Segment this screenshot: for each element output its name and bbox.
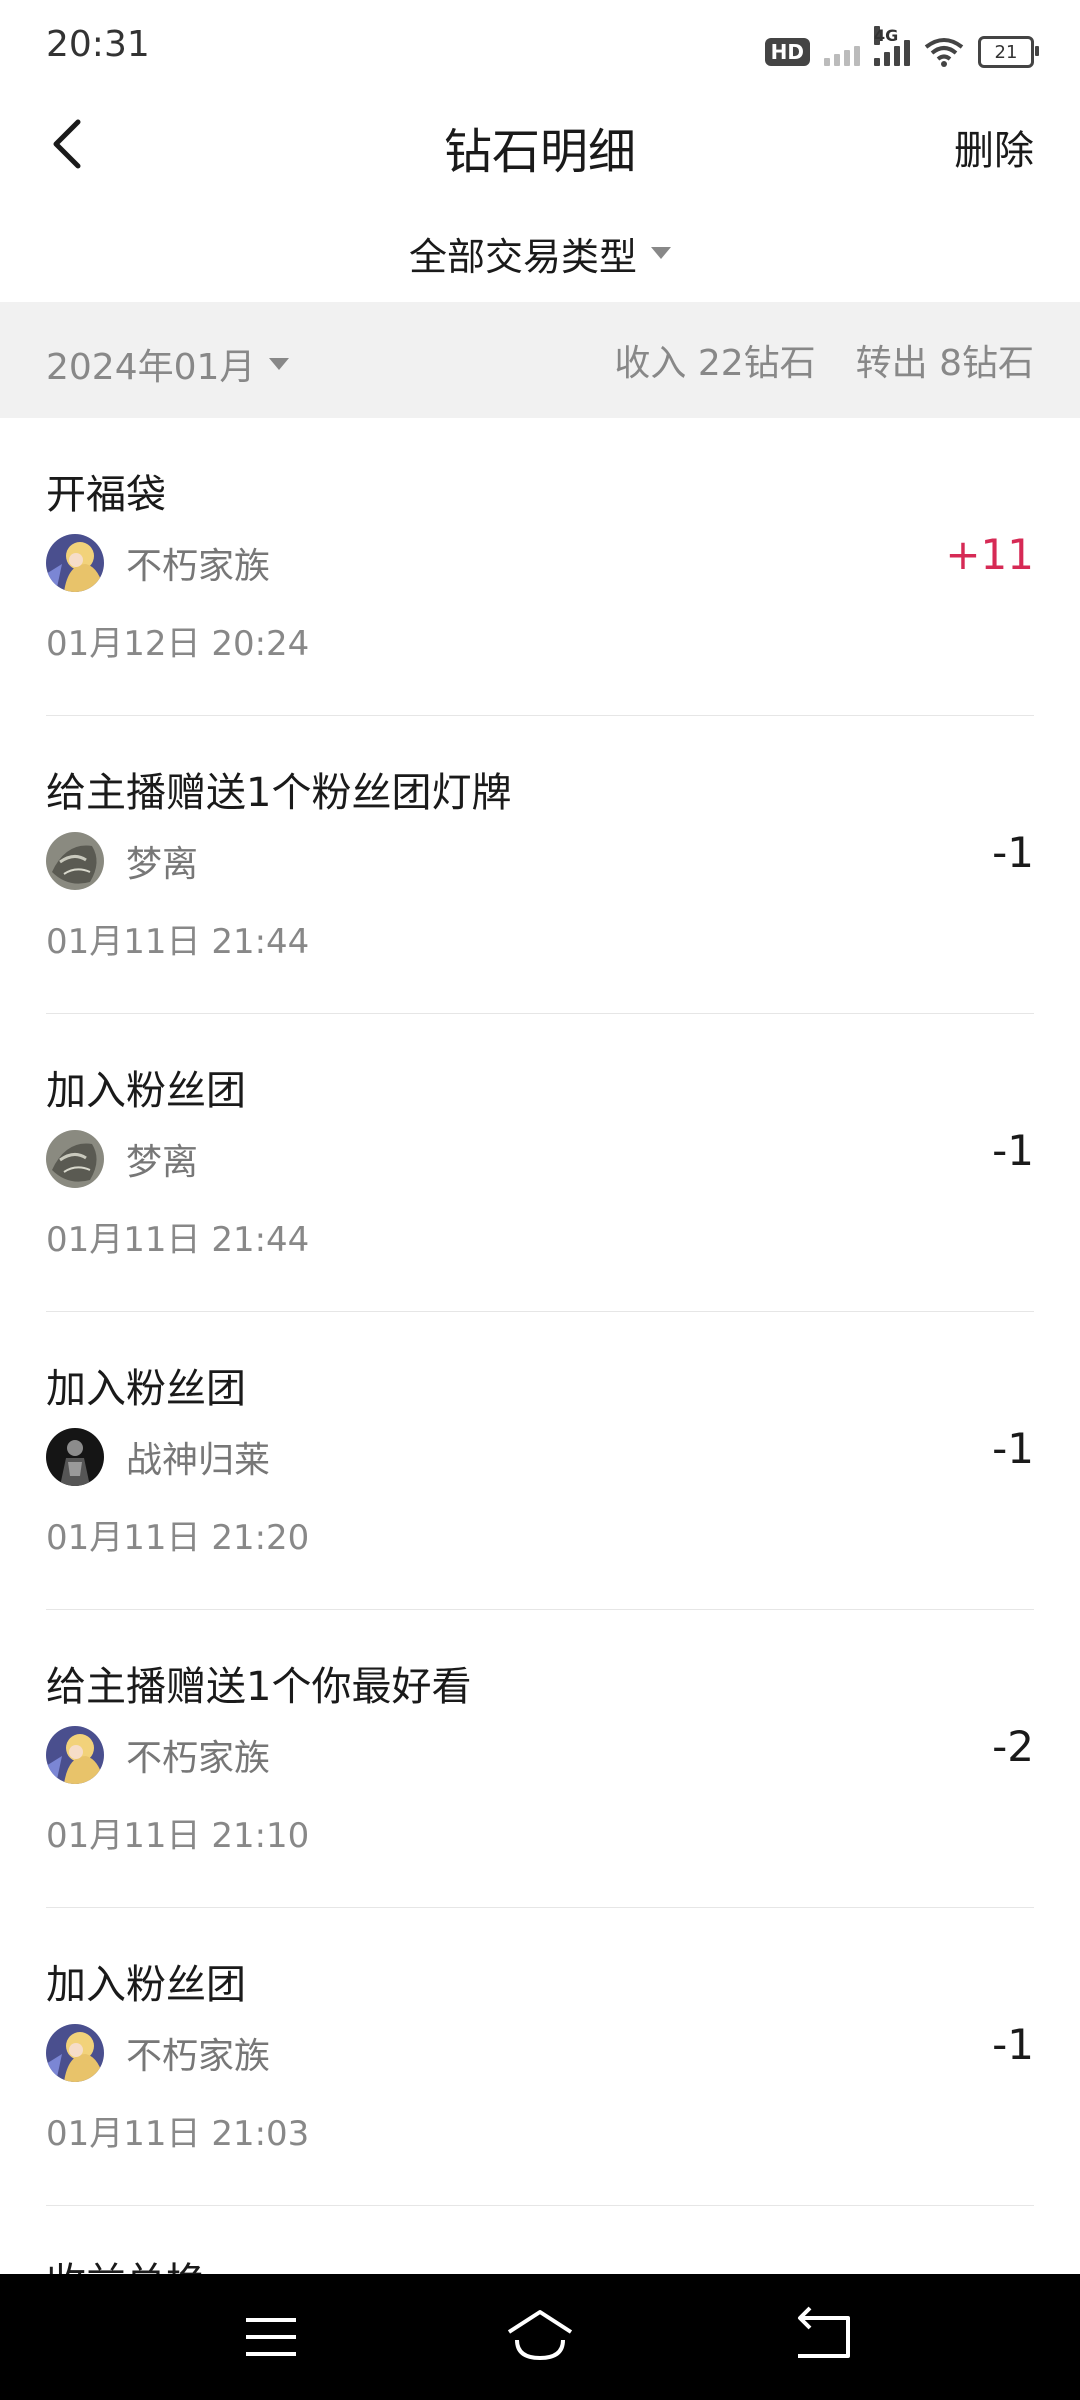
transaction-amount: -1 (992, 1126, 1034, 1175)
nav-home-button[interactable] (505, 2304, 575, 2370)
month-label: 2024年01月 (46, 347, 256, 388)
avatar (46, 1726, 104, 1784)
caret-down-icon (651, 247, 671, 259)
transaction-row-content: 加入粉丝团战神归莱 01月11日 21:20 -1 (46, 1312, 1034, 1610)
back-arrow-icon (798, 2306, 850, 2358)
transaction-time: 01月11日 21:44 (46, 1220, 310, 1260)
avatar (46, 534, 104, 592)
transaction-amount: +11 (945, 530, 1034, 579)
transaction-row[interactable]: 给主播赠送1个你最好看不朽家族 01月11日 21:10 -2 (0, 1610, 1080, 1908)
outgoing-summary: 转出 8钻石 (855, 343, 1034, 384)
status-icons: HD 4G 21 (764, 26, 1039, 74)
transaction-amount: -1 (992, 2020, 1034, 2069)
user-name: 不朽家族 (126, 546, 271, 587)
transaction-type-filter[interactable]: 全部交易类型 (0, 218, 1080, 288)
avatar (46, 1130, 104, 1188)
user-name: 梦离 (126, 1142, 199, 1183)
transaction-title: 加入粉丝团 (46, 1366, 246, 1412)
transaction-title: 加入粉丝团 (46, 1068, 246, 1114)
transaction-title: 给主播赠送1个你最好看 (46, 1664, 472, 1710)
transaction-time: 01月11日 21:10 (46, 1816, 310, 1856)
caret-down-icon (269, 358, 290, 370)
status-bar: 20:31 HD 4G 21 (0, 0, 1080, 96)
wifi-icon (924, 38, 964, 67)
system-nav-bar (0, 2274, 1080, 2400)
month-summary-bar: 2024年01月 收入 22钻石 转出 8钻石 (0, 302, 1080, 418)
avatar (46, 2024, 104, 2082)
signal-4g-icon: 4G (874, 26, 910, 66)
transaction-row-content: 给主播赠送1个粉丝团灯牌梦离 01月11日 21:44 -1 (46, 716, 1034, 1014)
transaction-user[interactable]: 不朽家族 (46, 534, 270, 592)
transaction-time: 01月11日 21:03 (46, 2114, 310, 2154)
transaction-user[interactable]: 战神归莱 (46, 1428, 270, 1486)
network-type-label: 4G (874, 26, 899, 45)
transaction-row-content: 加入粉丝团不朽家族 01月11日 21:03 -1 (46, 1908, 1034, 2206)
filter-label: 全部交易类型 (408, 234, 637, 279)
user-name: 不朽家族 (126, 1738, 271, 1779)
status-time: 20:31 (46, 24, 150, 65)
transaction-amount: -2 (992, 1722, 1034, 1771)
nav-menu-button[interactable] (236, 2304, 306, 2370)
transaction-time: 01月11日 21:20 (46, 1518, 310, 1558)
user-name: 战神归莱 (126, 1440, 271, 1481)
battery-icon: 21 (978, 36, 1039, 68)
transaction-row[interactable]: 开福袋不朽家族 01月12日 20:24 +11 (0, 418, 1080, 716)
transaction-amount: -1 (992, 1424, 1034, 1473)
app-header: 钻石明细 删除 (0, 96, 1080, 196)
transaction-row-content: 给主播赠送1个你最好看不朽家族 01月11日 21:10 -2 (46, 1610, 1034, 1908)
transaction-user[interactable]: 不朽家族 (46, 1726, 270, 1784)
nav-back-button[interactable] (788, 2304, 858, 2370)
income-summary: 收入 22钻石 (614, 343, 816, 384)
user-name: 梦离 (126, 844, 199, 885)
transaction-user[interactable]: 不朽家族 (46, 2024, 270, 2082)
transaction-title: 给主播赠送1个粉丝团灯牌 (46, 770, 512, 816)
user-name: 不朽家族 (126, 2036, 271, 2077)
month-summary: 收入 22钻石 转出 8钻石 (614, 334, 1034, 386)
transaction-row[interactable]: 加入粉丝团不朽家族 01月11日 21:03 -1 (0, 1908, 1080, 2206)
transaction-row-content: 加入粉丝团梦离 01月11日 21:44 -1 (46, 1014, 1034, 1312)
transaction-list: 开福袋不朽家族 01月12日 20:24 +11 给主播赠送1个粉丝团灯牌梦离 01月1… (0, 418, 1080, 2206)
menu-icon (246, 2318, 296, 2356)
avatar (46, 832, 104, 890)
transaction-row[interactable]: 加入粉丝团梦离 01月11日 21:44 -1 (0, 1014, 1080, 1312)
page-title: 钻石明细 (443, 124, 636, 180)
signal-sim2-icon (824, 38, 860, 66)
home-icon (507, 2310, 573, 2361)
transaction-amount: -1 (992, 828, 1034, 877)
transaction-row-content: 开福袋不朽家族 01月12日 20:24 +11 (46, 418, 1034, 716)
delete-button[interactable]: 删除 (954, 118, 1034, 176)
hd-icon: HD (764, 38, 810, 66)
transaction-title: 加入粉丝团 (46, 1962, 246, 2008)
month-selector[interactable]: 2024年01月 (46, 338, 290, 390)
transaction-user[interactable]: 梦离 (46, 832, 198, 890)
transaction-row[interactable]: 给主播赠送1个粉丝团灯牌梦离 01月11日 21:44 -1 (0, 716, 1080, 1014)
transaction-row[interactable]: 加入粉丝团战神归莱 01月11日 21:20 -1 (0, 1312, 1080, 1610)
avatar (46, 1428, 104, 1486)
transaction-user[interactable]: 梦离 (46, 1130, 198, 1188)
transaction-time: 01月11日 21:44 (46, 922, 310, 962)
transaction-time: 01月12日 20:24 (46, 624, 310, 664)
transaction-title: 开福袋 (46, 472, 166, 518)
